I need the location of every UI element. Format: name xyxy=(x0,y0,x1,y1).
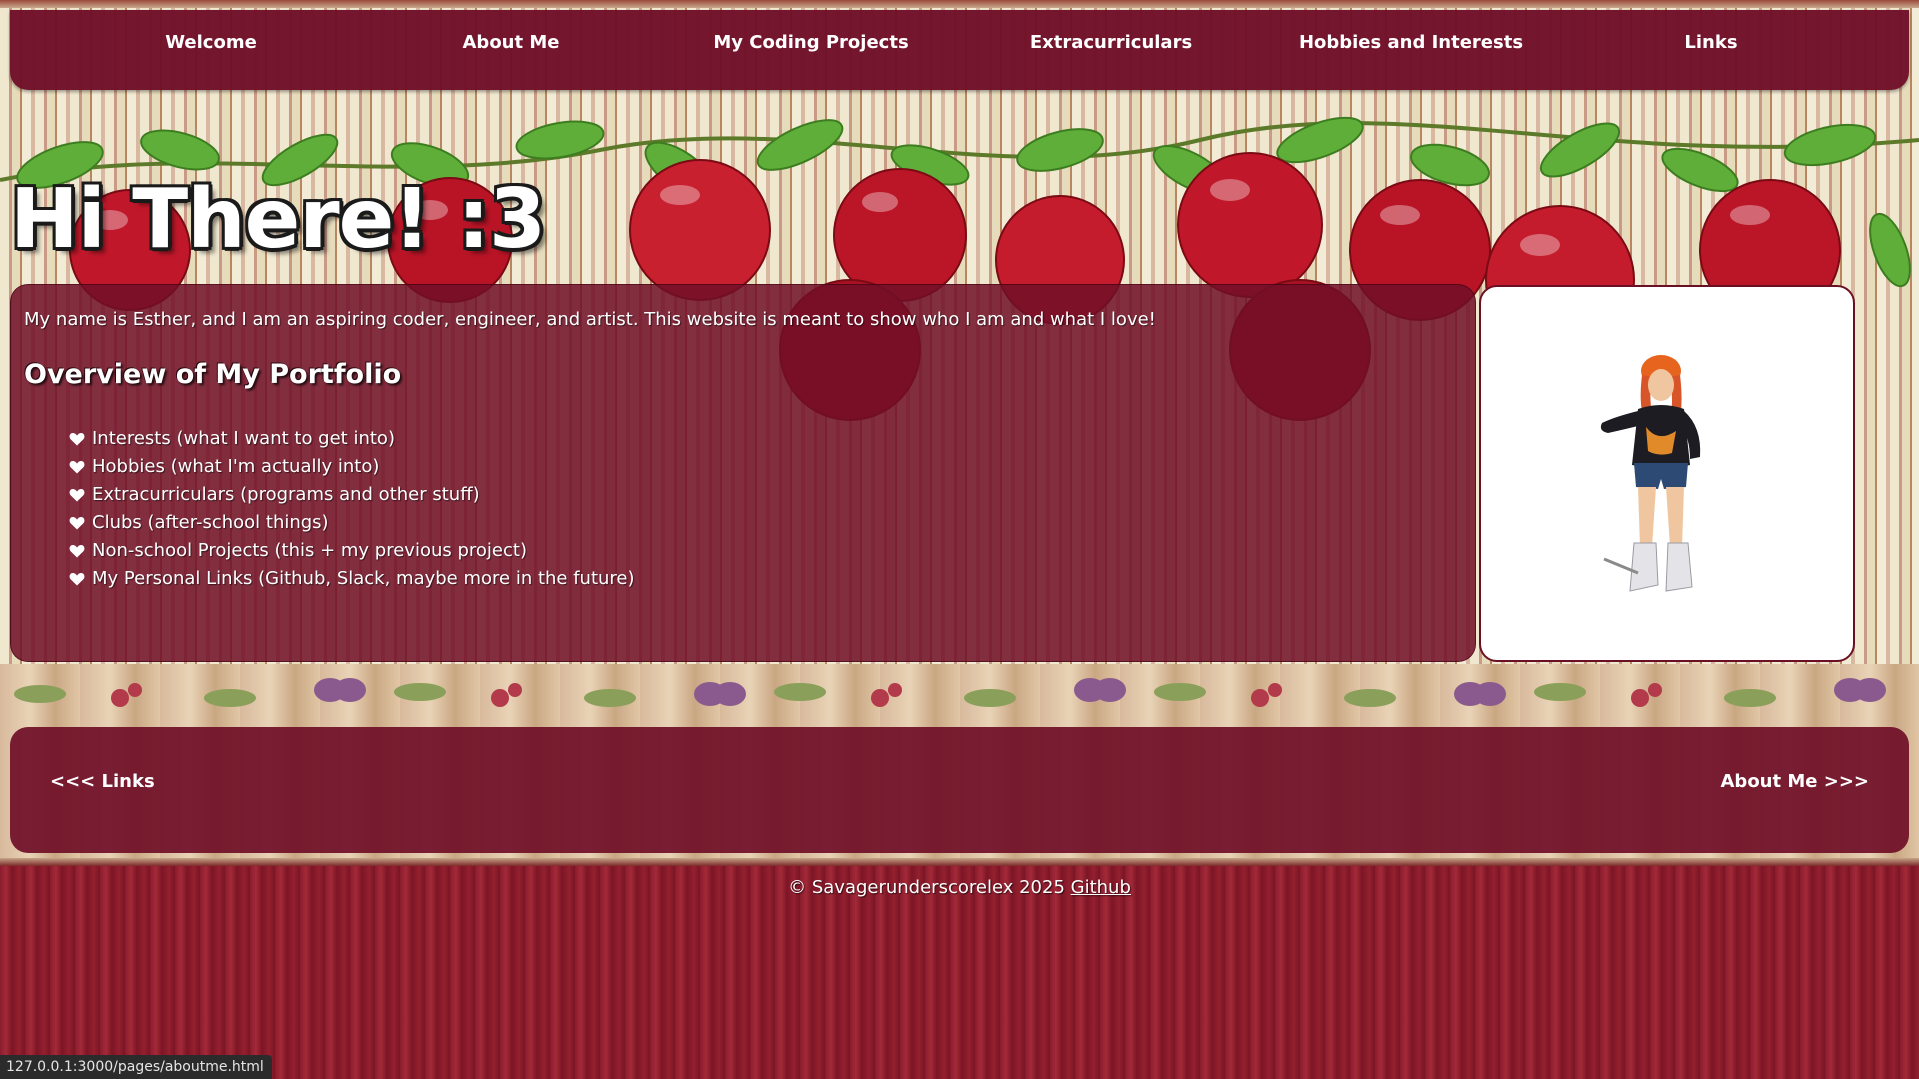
nav-link-welcome[interactable]: Welcome xyxy=(61,32,361,53)
list-item-text: My Personal Links (Github, Slack, maybe … xyxy=(92,568,635,589)
heart-icon xyxy=(69,517,85,530)
nav-link-extracurriculars[interactable]: Extracurriculars xyxy=(961,32,1261,53)
floral-band-bottom-border xyxy=(0,858,1919,866)
butterfly-floral-decoration xyxy=(14,678,1886,707)
nav-link-coding-projects[interactable]: My Coding Projects xyxy=(661,32,961,53)
heart-icon xyxy=(69,433,85,446)
previous-page-link[interactable]: <<< Links xyxy=(50,771,155,792)
heart-icon xyxy=(69,489,85,502)
list-item: Non-school Projects (this + my previous … xyxy=(69,537,635,565)
list-item-text: Clubs (after-school things) xyxy=(92,512,329,533)
copyright-text: © Savagerunderscorelex 2025 xyxy=(788,877,1065,898)
github-link[interactable]: Github xyxy=(1071,877,1131,898)
portfolio-overview-list: Interests (what I want to get into) Hobb… xyxy=(69,425,635,593)
nav-link-links[interactable]: Links xyxy=(1561,32,1861,53)
list-item-text: Non-school Projects (this + my previous … xyxy=(92,540,527,561)
list-item-text: Interests (what I want to get into) xyxy=(92,428,395,449)
overview-heading: Overview of My Portfolio xyxy=(24,359,402,390)
heart-icon xyxy=(69,545,85,558)
intro-content-panel: My name is Esther, and I am an aspiring … xyxy=(10,284,1476,662)
list-item: My Personal Links (Github, Slack, maybe … xyxy=(69,565,635,593)
heart-icon xyxy=(69,573,85,586)
list-item-text: Extracurriculars (programs and other stu… xyxy=(92,484,480,505)
list-item: Clubs (after-school things) xyxy=(69,509,635,537)
copyright-footer: © Savagerunderscorelex 2025 Github xyxy=(0,877,1919,898)
list-item-text: Hobbies (what I'm actually into) xyxy=(92,456,380,477)
heart-icon xyxy=(69,461,85,474)
list-item: Interests (what I want to get into) xyxy=(69,425,635,453)
list-item: Extracurriculars (programs and other stu… xyxy=(69,481,635,509)
wallpaper-top-border xyxy=(0,0,1919,8)
avatar-character-image xyxy=(1600,355,1701,592)
status-bar-url: 127.0.0.1:3000/pages/aboutme.html xyxy=(0,1055,272,1079)
avatar-image-card xyxy=(1479,285,1855,662)
nav-link-hobbies-interests[interactable]: Hobbies and Interests xyxy=(1261,32,1561,53)
list-item: Hobbies (what I'm actually into) xyxy=(69,453,635,481)
top-navigation-bar: Welcome About Me My Coding Projects Extr… xyxy=(10,10,1909,90)
next-page-link[interactable]: About Me >>> xyxy=(1721,771,1870,792)
intro-paragraph: My name is Esther, and I am an aspiring … xyxy=(24,309,1156,330)
page-title: Hi There! :3 xyxy=(10,172,546,267)
nav-link-about-me[interactable]: About Me xyxy=(361,32,661,53)
page-navigation-panel: <<< Links About Me >>> xyxy=(10,727,1909,853)
